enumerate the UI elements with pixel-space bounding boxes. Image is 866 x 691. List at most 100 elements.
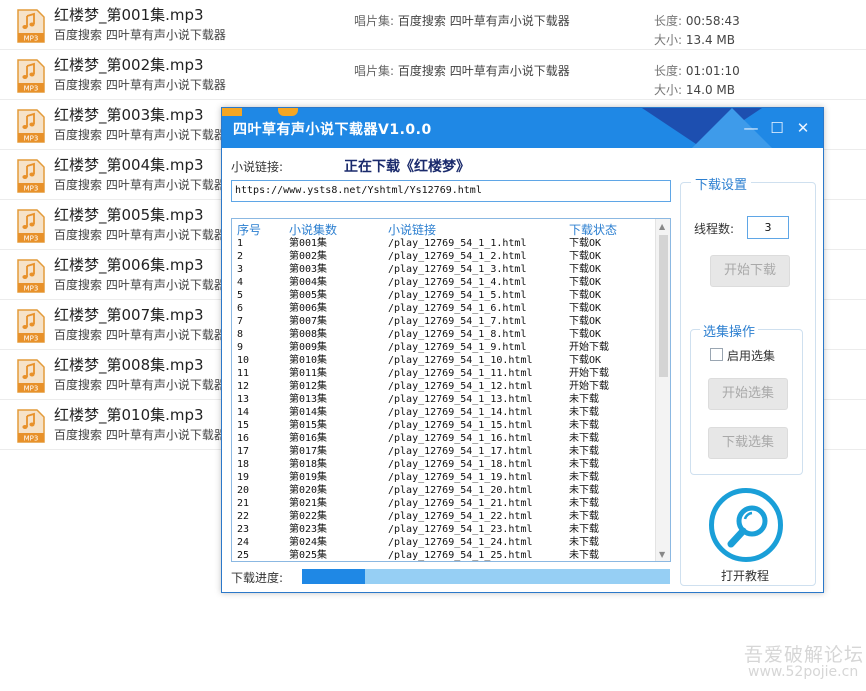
- table-row[interactable]: 4 第004集/play_12769_54_1_4.html 下载OK: [232, 276, 654, 289]
- table-row[interactable]: 25 第025集/play_12769_54_1_25.html 未下载: [232, 549, 654, 561]
- row-status: 下载OK: [569, 264, 602, 275]
- table-row[interactable]: 18 第018集/play_12769_54_1_18.html 未下载: [232, 458, 654, 471]
- file-length: 长度: 00:58:43: [654, 12, 740, 29]
- album-value: 百度搜索 四叶草有声小说下载器: [397, 14, 570, 28]
- file-name[interactable]: 红楼梦_第003集.mp3: [54, 104, 204, 125]
- enable-select-label[interactable]: 启用选集: [727, 347, 775, 364]
- file-name[interactable]: 红楼梦_第002集.mp3: [54, 54, 204, 75]
- downloader-window: 四叶草有声小说下载器V1.0.0 — ☐ ✕ 小说链接: 正在下载《红楼梦》 h…: [221, 107, 824, 593]
- table-row[interactable]: 9 第009集/play_12769_54_1_9.html 开始下载: [232, 341, 654, 354]
- table-row[interactable]: 10 第010集/play_12769_54_1_10.html 下载OK: [232, 354, 654, 367]
- file-row[interactable]: MP3 红楼梦_第001集.mp3 百度搜索 四叶草有声小说下载器 唱片集: 百度搜索…: [0, 0, 866, 50]
- scroll-up-icon[interactable]: ▲: [659, 222, 665, 231]
- row-link: /play_12769_54_1_7.html: [388, 316, 527, 327]
- maximize-button[interactable]: ☐: [768, 119, 786, 137]
- table-row[interactable]: 7 第007集/play_12769_54_1_7.html 下载OK: [232, 315, 654, 328]
- table-row[interactable]: 23 第023集/play_12769_54_1_23.html 未下载: [232, 523, 654, 536]
- row-episode: 第012集: [289, 381, 328, 392]
- file-name[interactable]: 红楼梦_第008集.mp3: [54, 354, 204, 375]
- mp3-file-icon: MP3: [17, 409, 45, 443]
- table-row[interactable]: 12 第012集/play_12769_54_1_12.html 开始下载: [232, 380, 654, 393]
- row-index: 6: [237, 303, 244, 314]
- progress-fill: [302, 569, 365, 584]
- svg-text:MP3: MP3: [24, 185, 39, 193]
- novel-url-input[interactable]: https://www.ysts8.net/Yshtml/Ys12769.htm…: [231, 180, 671, 202]
- table-row[interactable]: 14 第014集/play_12769_54_1_14.html 未下载: [232, 406, 654, 419]
- table-row[interactable]: 22 第022集/play_12769_54_1_22.html 未下载: [232, 510, 654, 523]
- table-scrollbar[interactable]: ▲ ▼: [655, 219, 670, 561]
- row-status: 未下载: [569, 537, 599, 548]
- svg-text:MP3: MP3: [24, 385, 39, 393]
- start-download-button[interactable]: 开始下载: [710, 255, 790, 287]
- scroll-down-icon[interactable]: ▼: [659, 550, 665, 559]
- file-name[interactable]: 红楼梦_第007集.mp3: [54, 304, 204, 325]
- minimize-button[interactable]: —: [742, 119, 760, 137]
- table-row[interactable]: 19 第019集/play_12769_54_1_19.html 未下载: [232, 471, 654, 484]
- row-link: /play_12769_54_1_11.html: [388, 368, 533, 379]
- file-comment: 百度搜索 四叶草有声小说下载器: [54, 28, 226, 42]
- table-row[interactable]: 17 第017集/play_12769_54_1_17.html 未下载: [232, 445, 654, 458]
- row-link: /play_12769_54_1_17.html: [388, 446, 533, 457]
- table-row[interactable]: 15 第015集/play_12769_54_1_15.html 未下载: [232, 419, 654, 432]
- album-value: 百度搜索 四叶草有声小说下载器: [397, 64, 570, 78]
- start-select-button[interactable]: 开始选集: [708, 378, 788, 410]
- watermark-url: www.52pojie.cn: [748, 664, 859, 680]
- mp3-file-icon: MP3: [17, 259, 45, 293]
- row-link: /play_12769_54_1_3.html: [388, 264, 527, 275]
- row-link: /play_12769_54_1_25.html: [388, 550, 533, 561]
- row-status: 未下载: [569, 420, 599, 431]
- episode-table[interactable]: 序号 小说集数 小说链接 下载状态 1 第001集/play_12769_54_1…: [231, 218, 671, 562]
- file-name[interactable]: 红楼梦_第010集.mp3: [54, 404, 204, 425]
- header-status[interactable]: 下载状态: [569, 221, 617, 238]
- table-row[interactable]: 11 第011集/play_12769_54_1_11.html 开始下载: [232, 367, 654, 380]
- file-name[interactable]: 红楼梦_第001集.mp3: [54, 4, 204, 25]
- row-link: /play_12769_54_1_18.html: [388, 459, 533, 470]
- row-status: 未下载: [569, 524, 599, 535]
- row-index: 25: [237, 550, 250, 561]
- title-bar[interactable]: 四叶草有声小说下载器V1.0.0 — ☐ ✕: [222, 108, 823, 148]
- row-status: 下载OK: [569, 251, 602, 262]
- table-row[interactable]: 13 第013集/play_12769_54_1_13.html 未下载: [232, 393, 654, 406]
- table-row[interactable]: 3 第003集/play_12769_54_1_3.html 下载OK: [232, 263, 654, 276]
- open-tutorial-button[interactable]: [709, 488, 783, 562]
- table-row[interactable]: 21 第021集/play_12769_54_1_21.html 未下载: [232, 497, 654, 510]
- table-row[interactable]: 20 第020集/play_12769_54_1_20.html 未下载: [232, 484, 654, 497]
- table-row[interactable]: 24 第024集/play_12769_54_1_24.html 未下载: [232, 536, 654, 549]
- svg-text:MP3: MP3: [24, 35, 39, 43]
- table-row[interactable]: 2 第002集/play_12769_54_1_2.html 下载OK: [232, 250, 654, 263]
- file-album: 唱片集: 百度搜索 四叶草有声小说下载器: [354, 62, 570, 79]
- file-name[interactable]: 红楼梦_第006集.mp3: [54, 254, 204, 275]
- title-decoration: [222, 108, 242, 116]
- open-tutorial-label[interactable]: 打开教程: [721, 567, 769, 584]
- file-name[interactable]: 红楼梦_第005集.mp3: [54, 204, 204, 225]
- length-value: 00:58:43: [685, 14, 740, 28]
- table-header: 序号 小说集数 小说链接 下载状态: [232, 219, 654, 238]
- scroll-thumb[interactable]: [659, 235, 668, 377]
- download-select-button[interactable]: 下载选集: [708, 427, 788, 459]
- row-status: 未下载: [569, 407, 599, 418]
- threads-label: 线程数:: [694, 222, 735, 236]
- header-index[interactable]: 序号: [237, 221, 261, 238]
- file-size: 大小: 13.4 MB: [654, 31, 735, 48]
- table-row[interactable]: 6 第006集/play_12769_54_1_6.html 下载OK: [232, 302, 654, 315]
- table-row[interactable]: 5 第005集/play_12769_54_1_5.html 下载OK: [232, 289, 654, 302]
- file-row[interactable]: MP3 红楼梦_第002集.mp3 百度搜索 四叶草有声小说下载器 唱片集: 百度搜索…: [0, 50, 866, 100]
- row-link: /play_12769_54_1_2.html: [388, 251, 527, 262]
- row-status: 下载OK: [569, 277, 602, 288]
- row-status: 下载OK: [569, 329, 602, 340]
- table-row[interactable]: 1 第001集/play_12769_54_1_1.html 下载OK: [232, 237, 654, 250]
- file-name[interactable]: 红楼梦_第004集.mp3: [54, 154, 204, 175]
- file-album: 唱片集: 百度搜索 四叶草有声小说下载器: [354, 12, 570, 29]
- row-index: 23: [237, 524, 250, 535]
- svg-text:MP3: MP3: [24, 235, 39, 243]
- enable-select-checkbox[interactable]: [710, 348, 723, 361]
- header-link[interactable]: 小说链接: [388, 221, 436, 238]
- row-status: 未下载: [569, 459, 599, 470]
- row-index: 3: [237, 264, 244, 275]
- threads-input[interactable]: 3: [747, 216, 789, 239]
- table-row[interactable]: 8 第008集/play_12769_54_1_8.html 下载OK: [232, 328, 654, 341]
- table-row[interactable]: 16 第016集/play_12769_54_1_16.html 未下载: [232, 432, 654, 445]
- close-button[interactable]: ✕: [794, 119, 812, 137]
- row-index: 13: [237, 394, 250, 405]
- header-episode[interactable]: 小说集数: [289, 221, 337, 238]
